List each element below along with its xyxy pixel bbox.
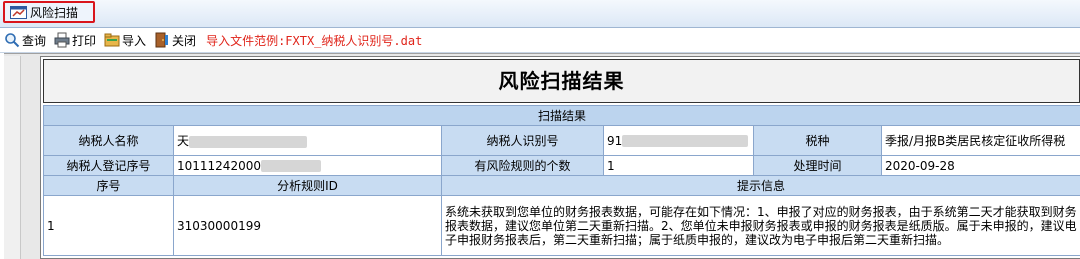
col-header-rule-id: 分析规则ID bbox=[174, 176, 442, 196]
risk-count-label: 有风险规则的个数 bbox=[442, 156, 604, 176]
print-button[interactable]: 打印 bbox=[54, 32, 96, 49]
taxpayer-name-label: 纳税人名称 bbox=[44, 126, 174, 156]
door-exit-icon bbox=[154, 32, 170, 48]
redacted-block bbox=[189, 136, 307, 148]
tab-risk-scan[interactable]: 风险扫描 bbox=[3, 1, 95, 23]
row-tip: 系统未获取到您单位的财务报表数据，可能存在如下情况：1、申报了对应的财务报表，由… bbox=[442, 196, 1080, 256]
report-panel: 风险扫描结果 扫描结果 纳税人名称 天 纳税人识别号 91 税种 季报/月报B类… bbox=[40, 56, 1080, 259]
result-table: 扫描结果 纳税人名称 天 纳税人识别号 91 税种 季报/月报B类居民核定征收所… bbox=[43, 105, 1080, 256]
col-header-tip: 提示信息 bbox=[442, 176, 1080, 196]
import-label: 导入 bbox=[122, 32, 146, 49]
registration-no-value: 10111242000 bbox=[177, 159, 261, 173]
tab-label: 风险扫描 bbox=[30, 4, 78, 21]
left-scrollbar[interactable] bbox=[4, 56, 21, 259]
printer-icon bbox=[54, 32, 70, 48]
row-seq: 1 bbox=[44, 196, 174, 256]
row-rule-id: 31030000199 bbox=[174, 196, 442, 256]
process-time-value: 2020-09-28 bbox=[882, 156, 1080, 176]
section-header: 扫描结果 bbox=[44, 106, 1080, 126]
taxpayer-name-value: 天 bbox=[177, 134, 189, 148]
taxpayer-id-label: 纳税人识别号 bbox=[442, 126, 604, 156]
import-hint-text: 导入文件范例:FXTX_纳税人识别号.dat bbox=[206, 32, 422, 49]
import-button[interactable]: 导入 bbox=[104, 32, 146, 49]
table-row: 1 31030000199 系统未获取到您单位的财务报表数据，可能存在如下情况：… bbox=[44, 196, 1080, 256]
tax-type-value: 季报/月报B类居民核定征收所得税 bbox=[882, 126, 1080, 156]
col-header-seq: 序号 bbox=[44, 176, 174, 196]
tax-type-label: 税种 bbox=[754, 126, 882, 156]
close-button[interactable]: 关闭 bbox=[154, 32, 196, 49]
process-time-label: 处理时间 bbox=[754, 156, 882, 176]
report-title: 风险扫描结果 bbox=[43, 59, 1080, 103]
taxpayer-id-cell: 91 bbox=[604, 126, 754, 156]
taxpayer-id-value: 91 bbox=[607, 134, 622, 148]
tab-bar: 风险扫描 bbox=[0, 0, 1080, 28]
registration-no-cell: 10111242000 bbox=[174, 156, 442, 176]
query-button[interactable]: 查询 bbox=[4, 32, 46, 49]
query-label: 查询 bbox=[22, 32, 46, 49]
content-frame: 风险扫描结果 扫描结果 纳税人名称 天 纳税人识别号 91 税种 季报/月报B类… bbox=[4, 53, 1080, 259]
import-icon bbox=[104, 32, 120, 48]
risk-count-value: 1 bbox=[604, 156, 754, 176]
registration-no-label: 纳税人登记序号 bbox=[44, 156, 174, 176]
redacted-block bbox=[622, 135, 748, 147]
taxpayer-name-cell: 天 bbox=[174, 126, 442, 156]
redacted-block bbox=[261, 160, 321, 172]
print-label: 打印 bbox=[72, 32, 96, 49]
close-label: 关闭 bbox=[172, 32, 196, 49]
toolbar: 查询 打印 导入 关闭 导入文件范例:FXTX_纳税人识别号.dat bbox=[0, 28, 1080, 53]
window-icon bbox=[10, 6, 27, 19]
search-icon bbox=[4, 32, 20, 48]
